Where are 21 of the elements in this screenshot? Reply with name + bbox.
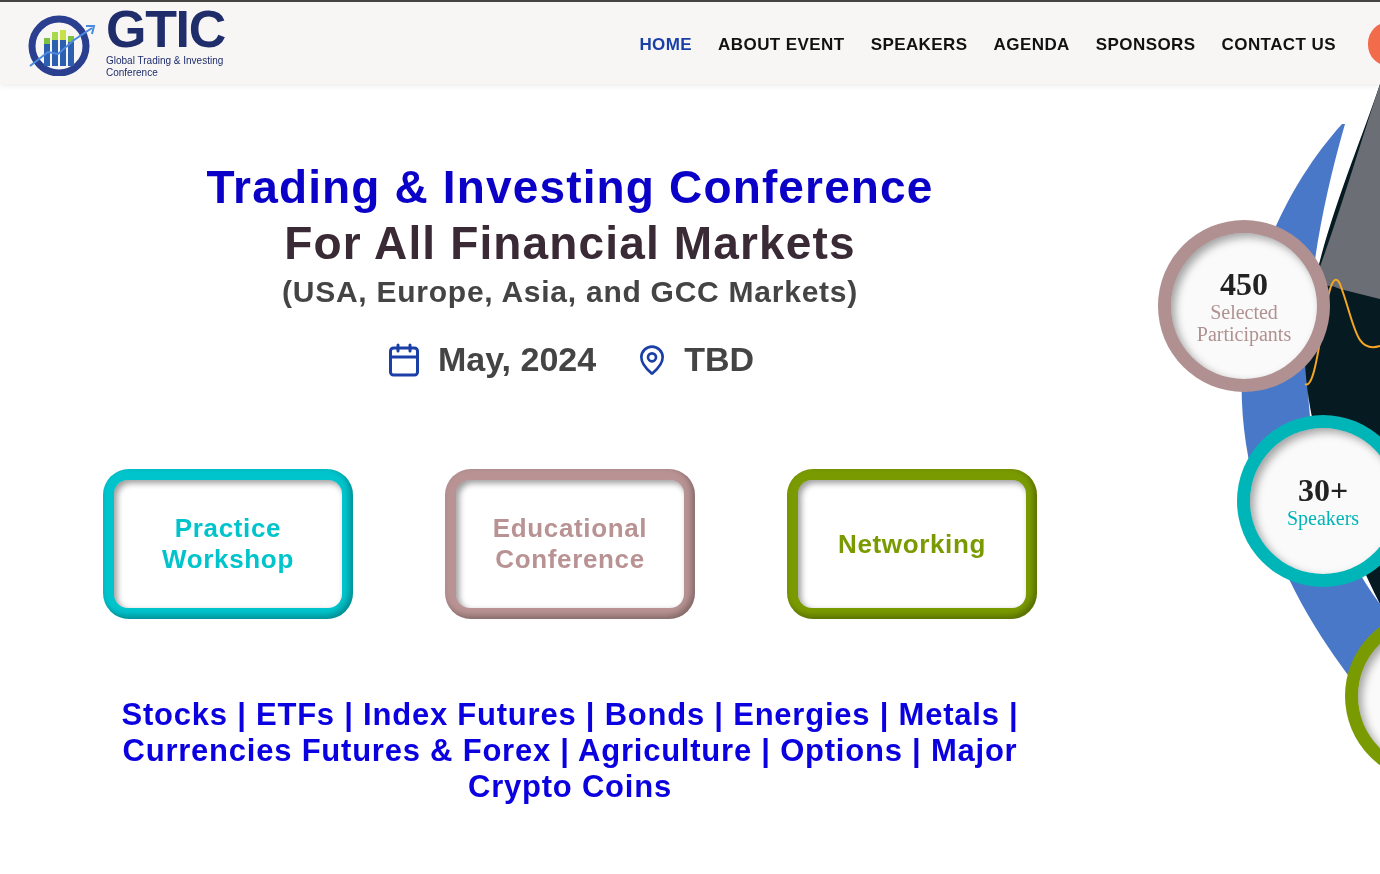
- nav-link[interactable]: CONTACT US: [1221, 32, 1336, 58]
- hero-title: For All Financial Markets: [284, 216, 856, 271]
- feature-label: Practice Workshop: [161, 513, 295, 575]
- stat-label: Selected Participants: [1195, 301, 1293, 345]
- logo-tagline: Global Trading & Investing Conference: [106, 55, 225, 79]
- nav-link[interactable]: AGENDA: [993, 32, 1070, 58]
- hero-subtitle: (USA, Europe, Asia, and GCC Markets): [282, 274, 858, 310]
- stat-number: 450: [1220, 267, 1268, 301]
- feature-label: Educational Conference: [491, 513, 649, 575]
- feature-label: Networking: [837, 528, 987, 560]
- event-date: May, 2024: [437, 339, 597, 380]
- stat-number: 30+: [1297, 473, 1349, 507]
- logo-wordmark: GTIC: [106, 7, 226, 51]
- nav-link[interactable]: SPEAKERS: [870, 32, 968, 58]
- event-location: TBD: [684, 339, 754, 380]
- nav-link[interactable]: SPONSORS: [1095, 32, 1196, 58]
- hero-title: Trading & Investing Conference: [206, 160, 934, 214]
- nav-link[interactable]: ABOUT EVENT: [718, 32, 845, 58]
- nav-link[interactable]: HOME: [639, 32, 693, 58]
- stat-label: Speakers: [1286, 507, 1360, 529]
- markets-list: Stocks | ETFs | Index Futures | Bonds | Energies | Metals | Currencies Futures & Forex | Agriculture | Options | Major Crypto Coins: [75, 697, 1065, 805]
